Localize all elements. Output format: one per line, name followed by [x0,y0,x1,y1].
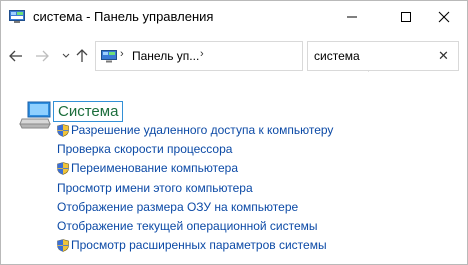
breadcrumb-separator-icon[interactable]: › [120,48,124,60]
search-results: Система Разрешение удаленного доступа к … [1,85,467,265]
task-link[interactable]: Отображение размера ОЗУ на компьютере [57,200,298,214]
navigation-bar: › Панель уп... › система ✕ [1,39,467,75]
forward-button[interactable] [33,45,51,67]
task-link[interactable]: Проверка скорости процессора [57,142,232,156]
address-bar[interactable]: › Панель уп... › [95,41,389,72]
minimize-button[interactable] [329,1,375,33]
clear-search-icon[interactable]: ✕ [438,48,449,64]
task-link[interactable]: Переименование компьютера [71,161,238,175]
uac-shield-icon [57,124,69,137]
task-link[interactable]: Разрешение удаленного доступа к компьюте… [71,123,333,137]
uac-shield-icon [57,239,69,252]
computer-icon [19,101,51,129]
arrow-left-icon [9,50,22,62]
task-link[interactable]: Просмотр расширенных параметров системы [71,238,327,252]
breadcrumb-separator-icon[interactable]: › [200,48,204,60]
section-title-system[interactable]: Система [53,101,124,122]
back-button[interactable] [7,45,25,67]
uac-shield-icon [57,162,69,175]
control-panel-window: система - Панель управления › Панель уп.… [0,0,468,265]
control-panel-icon [101,50,117,63]
close-icon [438,11,450,23]
minimize-icon [347,16,357,18]
task-link[interactable]: Отображение текущей операционной системы [57,219,318,233]
maximize-icon [401,12,411,22]
control-panel-icon [9,10,25,23]
arrow-right-icon [36,50,49,62]
up-button[interactable] [73,45,91,67]
chevron-down-icon [62,53,70,58]
window-title: система - Панель управления [33,9,214,24]
search-box[interactable]: система ✕ [307,41,459,71]
title-bar: система - Панель управления [1,1,467,33]
task-link[interactable]: Просмотр имени этого компьютера [57,181,253,195]
close-button[interactable] [421,1,467,33]
arrow-up-icon [76,49,88,62]
breadcrumb-control-panel[interactable]: Панель уп... [132,49,199,63]
search-input[interactable]: система [314,49,360,63]
